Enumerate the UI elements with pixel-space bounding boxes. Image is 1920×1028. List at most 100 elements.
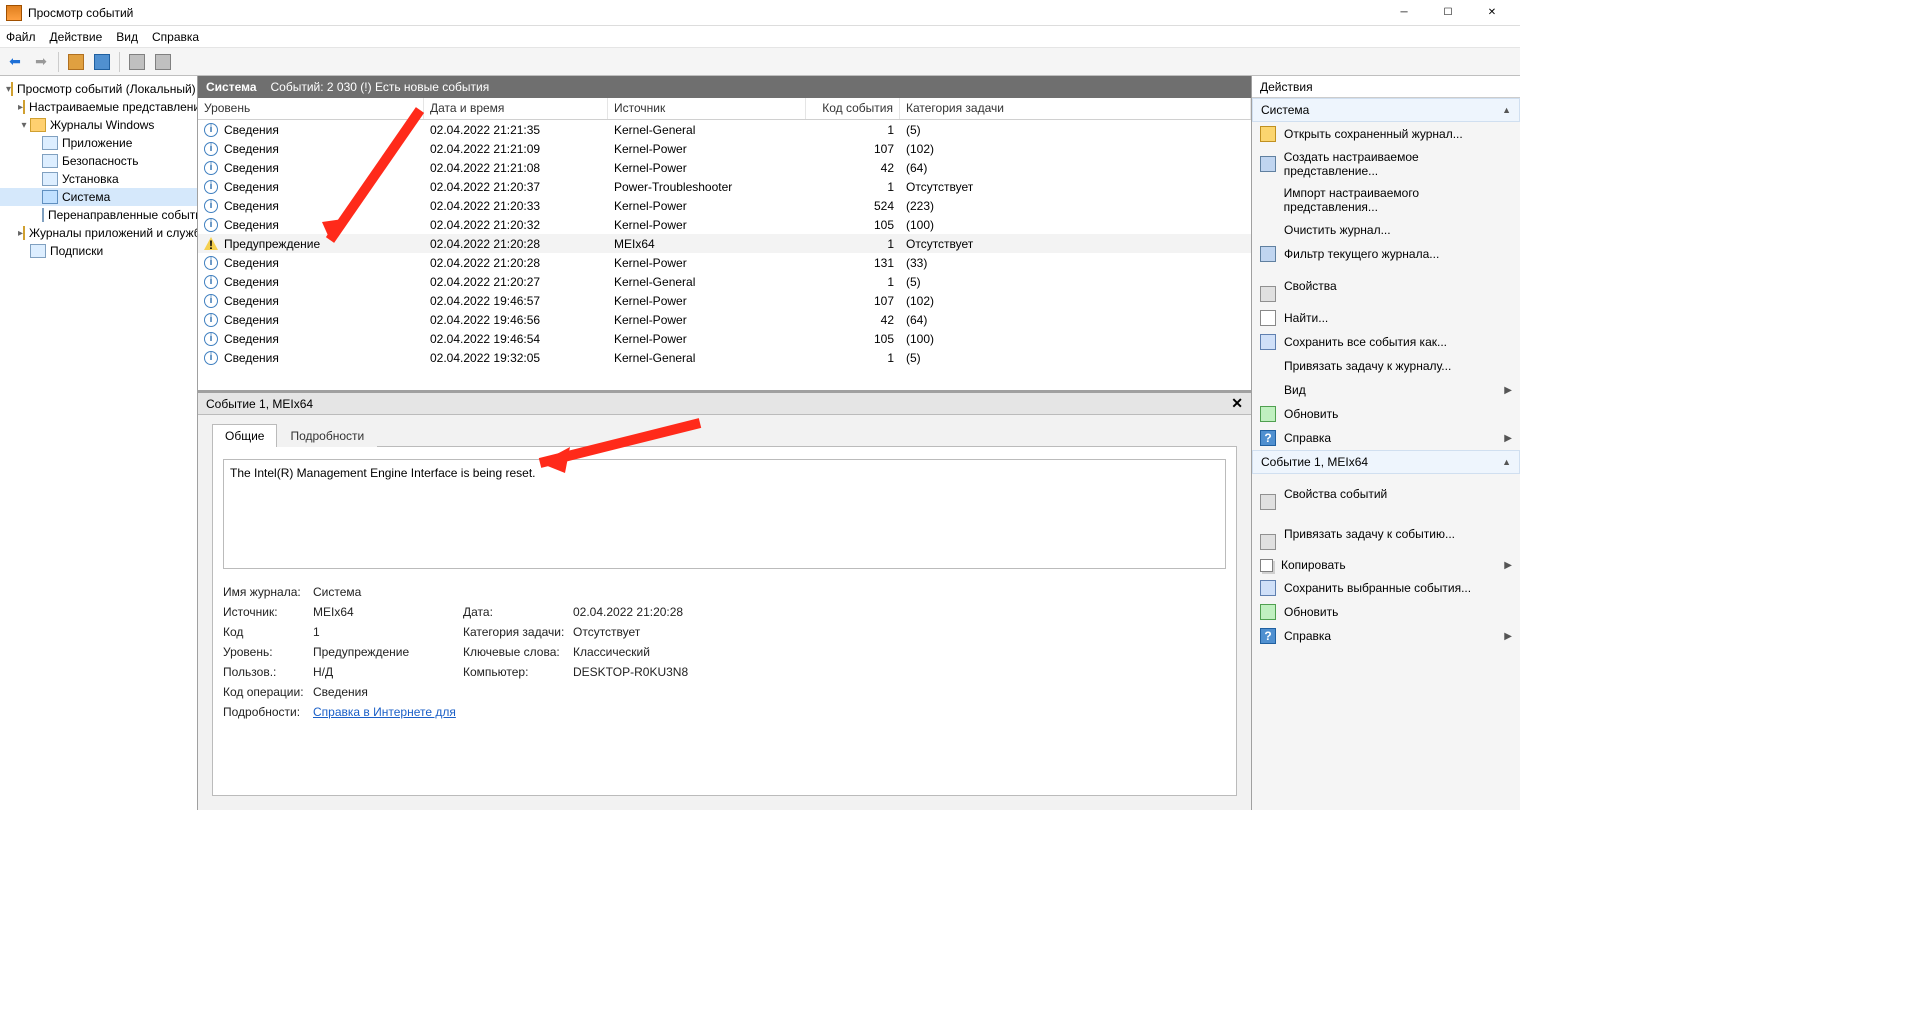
action-copy[interactable]: Копировать▶: [1252, 554, 1520, 576]
col-category[interactable]: Категория задачи: [900, 98, 1251, 119]
info-icon: i: [204, 256, 218, 270]
properties-icon: [1260, 286, 1276, 302]
menu-file[interactable]: Файл: [6, 30, 36, 44]
tree-application[interactable]: Приложение: [62, 136, 138, 150]
detail-close-button[interactable]: ✕: [1231, 395, 1243, 412]
action-open-log[interactable]: Открыть сохраненный журнал...: [1252, 122, 1520, 146]
blank-icon: [1260, 192, 1276, 208]
action-refresh-2[interactable]: Обновить: [1252, 600, 1520, 624]
action-import-view[interactable]: Импорт настраиваемого представления...: [1252, 182, 1520, 218]
info-icon: i: [204, 180, 218, 194]
chevron-right-icon: ▶: [1504, 560, 1512, 571]
menu-view[interactable]: Вид: [116, 30, 138, 44]
info-icon: i: [204, 351, 218, 365]
action-event-props[interactable]: Свойства событий: [1252, 474, 1520, 514]
blank-icon: [1260, 382, 1276, 398]
val-source: MEIx64: [313, 605, 463, 619]
link-online-help[interactable]: Справка в Интернете для: [313, 705, 773, 719]
lbl-log: Имя журнала:: [223, 585, 313, 599]
event-row[interactable]: iСведения02.04.2022 19:32:05Kernel-Gener…: [198, 348, 1251, 367]
blank-icon: [1260, 358, 1276, 374]
tree-security[interactable]: Безопасность: [62, 154, 145, 168]
info-icon: i: [204, 142, 218, 156]
help-icon: ?: [1260, 430, 1276, 446]
refresh-icon: [1260, 604, 1276, 620]
event-row[interactable]: iСведения02.04.2022 21:20:28Kernel-Power…: [198, 253, 1251, 272]
event-row[interactable]: iСведения02.04.2022 19:46:56Kernel-Power…: [198, 310, 1251, 329]
tree-pane[interactable]: ▾Просмотр событий (Локальный) ▸Настраива…: [0, 76, 198, 810]
col-date[interactable]: Дата и время: [424, 98, 608, 119]
tree-forwarded[interactable]: Перенаправленные события: [48, 208, 198, 222]
tree-custom-views[interactable]: Настраиваемые представления: [29, 100, 198, 114]
lbl-code: Код: [223, 625, 313, 639]
close-button[interactable]: ✕: [1470, 0, 1514, 26]
toolbar-icon-1[interactable]: [65, 51, 87, 73]
detail-title: Событие 1, MEIx64: [206, 397, 313, 411]
val-log: Система: [313, 585, 463, 599]
tree-setup[interactable]: Установка: [62, 172, 125, 186]
event-row[interactable]: !Предупреждение02.04.2022 21:20:28MEIx64…: [198, 234, 1251, 253]
maximize-button[interactable]: ☐: [1426, 0, 1470, 26]
col-code[interactable]: Код события: [806, 98, 900, 119]
action-find[interactable]: Найти...: [1252, 306, 1520, 330]
action-refresh[interactable]: Обновить: [1252, 402, 1520, 426]
info-icon: i: [204, 161, 218, 175]
minimize-button[interactable]: ─: [1382, 0, 1426, 26]
action-attach-task[interactable]: Привязать задачу к журналу...: [1252, 354, 1520, 378]
actions-title: Действия: [1252, 76, 1520, 98]
event-row[interactable]: iСведения02.04.2022 21:21:08Kernel-Power…: [198, 158, 1251, 177]
val-cat: Отсутствует: [573, 625, 773, 639]
action-clear-log[interactable]: Очистить журнал...: [1252, 218, 1520, 242]
app-icon: [6, 5, 22, 21]
action-help-2[interactable]: ?Справка▶: [1252, 624, 1520, 648]
tree-system[interactable]: Система: [62, 190, 116, 204]
tab-details[interactable]: Подробности: [277, 424, 377, 447]
chevron-right-icon: ▶: [1504, 433, 1512, 444]
event-row[interactable]: iСведения02.04.2022 19:46:57Kernel-Power…: [198, 291, 1251, 310]
filter-icon: [1260, 156, 1276, 172]
val-computer: DESKTOP-R0KU3N8: [573, 665, 773, 679]
event-row[interactable]: iСведения02.04.2022 21:21:09Kernel-Power…: [198, 139, 1251, 158]
action-create-view[interactable]: Создать настраиваемое представление...: [1252, 146, 1520, 182]
menu-action[interactable]: Действие: [50, 30, 103, 44]
col-level[interactable]: Уровень: [198, 98, 424, 119]
copy-icon: [1260, 559, 1273, 572]
action-view[interactable]: Вид▶: [1252, 378, 1520, 402]
action-filter-log[interactable]: Фильтр текущего журнала...: [1252, 242, 1520, 266]
event-row[interactable]: iСведения02.04.2022 21:21:35Kernel-Gener…: [198, 120, 1251, 139]
tree-windows-logs[interactable]: Журналы Windows: [50, 118, 160, 132]
action-save-selected[interactable]: Сохранить выбранные события...: [1252, 576, 1520, 600]
tree-app-service-logs[interactable]: Журналы приложений и служб: [29, 226, 198, 240]
tree-subscriptions[interactable]: Подписки: [50, 244, 109, 258]
action-properties[interactable]: Свойства: [1252, 266, 1520, 306]
chevron-right-icon: ▶: [1504, 385, 1512, 396]
action-save-all[interactable]: Сохранить все события как...: [1252, 330, 1520, 354]
action-help[interactable]: ?Справка▶: [1252, 426, 1520, 450]
tab-general[interactable]: Общие: [212, 424, 277, 447]
collapse-icon[interactable]: ▲: [1502, 457, 1511, 467]
actions-section-system: Система: [1261, 103, 1309, 117]
val-date: 02.04.2022 21:20:28: [573, 605, 773, 619]
refresh-icon: [1260, 406, 1276, 422]
col-source[interactable]: Источник: [608, 98, 806, 119]
toolbar-icon-4[interactable]: [152, 51, 174, 73]
event-row[interactable]: iСведения02.04.2022 21:20:27Kernel-Gener…: [198, 272, 1251, 291]
event-row[interactable]: iСведения02.04.2022 21:20:33Kernel-Power…: [198, 196, 1251, 215]
chevron-right-icon: ▶: [1504, 631, 1512, 642]
event-row[interactable]: iСведения02.04.2022 21:20:32Kernel-Power…: [198, 215, 1251, 234]
val-keywords: Классический: [573, 645, 773, 659]
window-title: Просмотр событий: [28, 6, 1382, 20]
event-grid[interactable]: iСведения02.04.2022 21:21:35Kernel-Gener…: [198, 120, 1251, 390]
toolbar-icon-2[interactable]: [91, 51, 113, 73]
menu-help[interactable]: Справка: [152, 30, 199, 44]
event-row[interactable]: iСведения02.04.2022 21:20:37Power-Troubl…: [198, 177, 1251, 196]
save-icon: [1260, 580, 1276, 596]
event-message: The Intel(R) Management Engine Interface…: [223, 459, 1226, 569]
actions-section-event: Событие 1, MEIx64: [1261, 455, 1368, 469]
action-attach-event[interactable]: Привязать задачу к событию...: [1252, 514, 1520, 554]
back-button[interactable]: ⬅: [4, 51, 26, 73]
event-row[interactable]: iСведения02.04.2022 19:46:54Kernel-Power…: [198, 329, 1251, 348]
tree-root[interactable]: Просмотр событий (Локальный): [17, 82, 198, 96]
collapse-icon[interactable]: ▲: [1502, 105, 1511, 115]
toolbar-icon-3[interactable]: [126, 51, 148, 73]
